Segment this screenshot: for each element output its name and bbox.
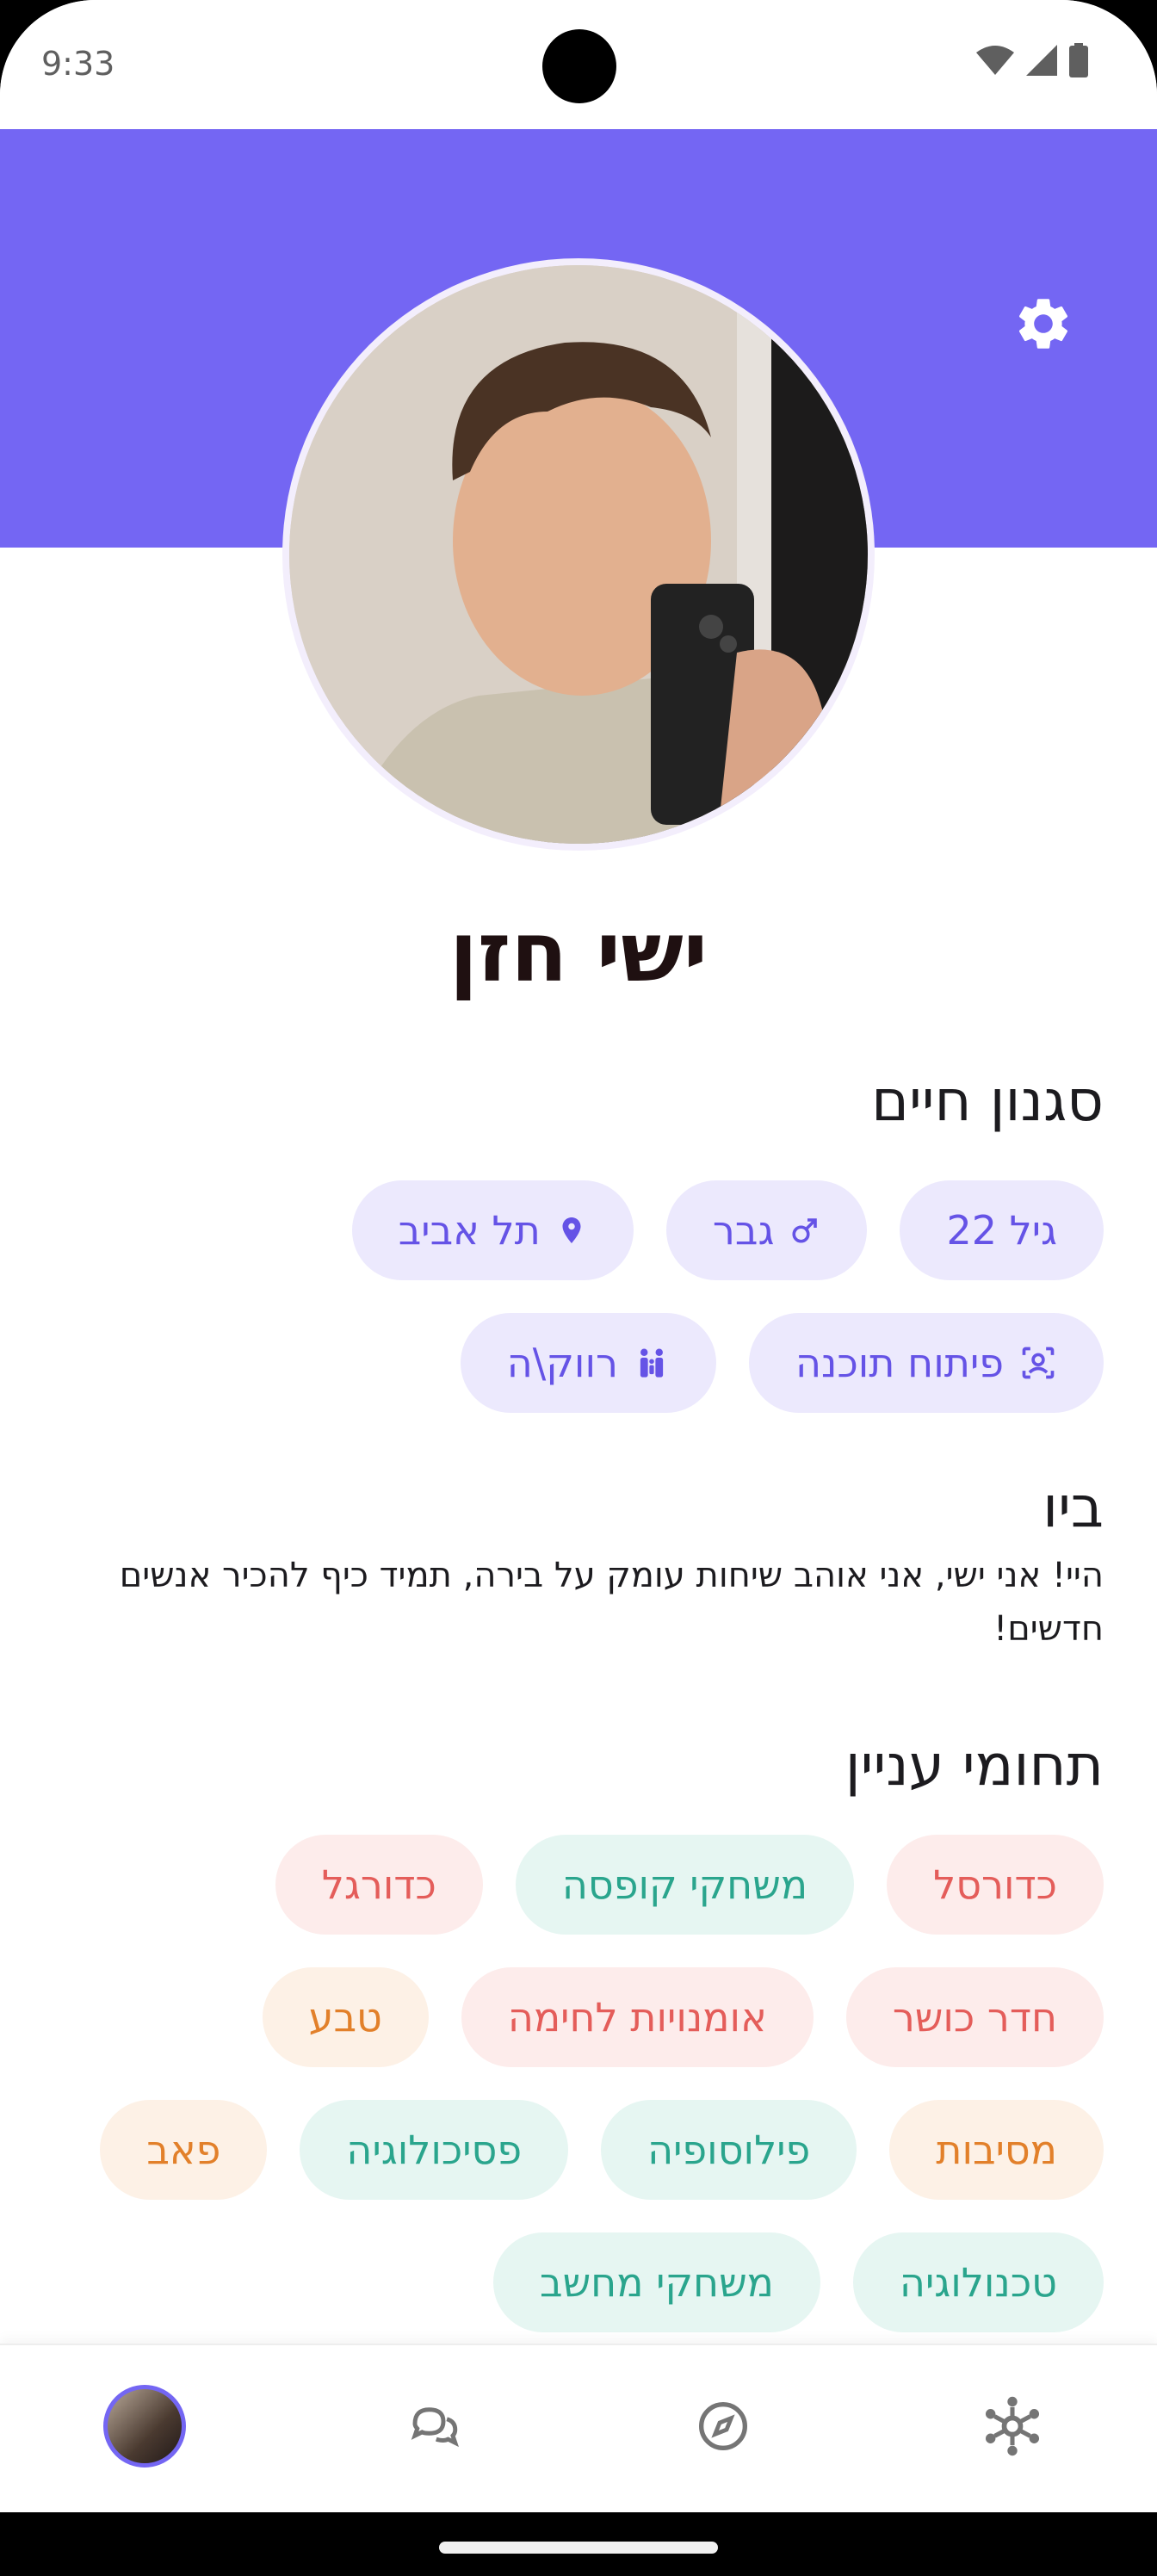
- interest-chip: פילוסופיה: [601, 2100, 857, 2200]
- chip-age: גיל 22: [900, 1180, 1104, 1280]
- lifestyle-title: סגנון חיים: [871, 1068, 1104, 1134]
- interest-chip: כדורגל: [275, 1835, 483, 1935]
- profile-name: ישי חזן: [449, 904, 708, 1000]
- profile-photo-image: [289, 265, 868, 844]
- interest-chip: טכנולוגיה: [852, 2232, 1104, 2332]
- nav-explore[interactable]: [680, 2383, 766, 2469]
- lifestyle-section: סגנון חיים גיל 22 גבר תל אביב פיתוח תוכנ…: [53, 1068, 1104, 1446]
- bio-title: ביו: [1043, 1474, 1104, 1540]
- male-icon: [792, 1218, 818, 1243]
- interest-chip: משחקי מחשב: [492, 2232, 820, 2332]
- lifestyle-chips: גיל 22 גבר תל אביב פיתוח תוכנה רווק\ה: [53, 1180, 1104, 1446]
- interest-chip: פסיכולוגיה: [300, 2100, 569, 2200]
- home-gesture-bar[interactable]: [439, 2542, 718, 2554]
- interests-section: תחומי עניין כדורסל משחקי קופסה כדורגל חד…: [53, 1732, 1104, 2365]
- work-icon: [1022, 1347, 1055, 1379]
- signal-icon: [1026, 45, 1057, 76]
- interest-chip: אומנויות לחימה: [461, 1967, 814, 2067]
- wifi-icon: [976, 46, 1014, 75]
- status-time: 9:33: [41, 45, 115, 83]
- interest-chip: כדורסל: [887, 1835, 1104, 1935]
- interests-chips: כדורסל משחקי קופסה כדורגל חדר כושר אומנו…: [53, 1835, 1104, 2365]
- nav-network[interactable]: [969, 2383, 1055, 2469]
- explore-compass-icon: [699, 2402, 747, 2450]
- battery-icon: [1069, 43, 1088, 77]
- chat-icon: [411, 2407, 459, 2448]
- settings-gear-icon[interactable]: [1012, 293, 1074, 355]
- status-bar: 9:33: [0, 0, 1157, 129]
- profile-avatar: [103, 2385, 186, 2468]
- chip-gender: גבר: [665, 1180, 868, 1280]
- profile-screen: 9:33 ישי חזן סגנון חיים גיל 22 גבר תל אב…: [0, 0, 1157, 2576]
- profile-photo[interactable]: [282, 258, 875, 851]
- interest-chip: מסיבות: [889, 2100, 1104, 2200]
- camera-cutout: [542, 29, 616, 103]
- chip-occupation: פיתוח תוכנה: [748, 1313, 1104, 1413]
- bio-section: ביו היי! אני ישי, אני אוהב שיחות עומק על…: [53, 1474, 1104, 1656]
- portrait-illustration: [289, 265, 868, 844]
- nav-chats[interactable]: [391, 2383, 477, 2469]
- chip-location: תל אביב: [351, 1180, 634, 1280]
- status-icons: [976, 43, 1088, 77]
- interest-chip: טבע: [262, 1967, 429, 2067]
- interest-chip: משחקי קופסה: [515, 1835, 855, 1935]
- network-icon: [985, 2396, 1040, 2456]
- bio-text: היי! אני ישי, אני אוהב שיחות עומק על ביר…: [119, 1556, 1104, 1649]
- chip-relationship: רווק\ה: [460, 1313, 716, 1413]
- nav-profile[interactable]: [102, 2383, 188, 2469]
- interest-chip: פאב: [100, 2100, 268, 2200]
- interests-title: תחומי עניין: [845, 1732, 1104, 1799]
- bottom-navigation: [0, 2344, 1157, 2512]
- people-icon: [640, 1348, 664, 1378]
- location-pin-icon: [562, 1217, 581, 1243]
- interest-chip: חדר כושר: [845, 1967, 1104, 2067]
